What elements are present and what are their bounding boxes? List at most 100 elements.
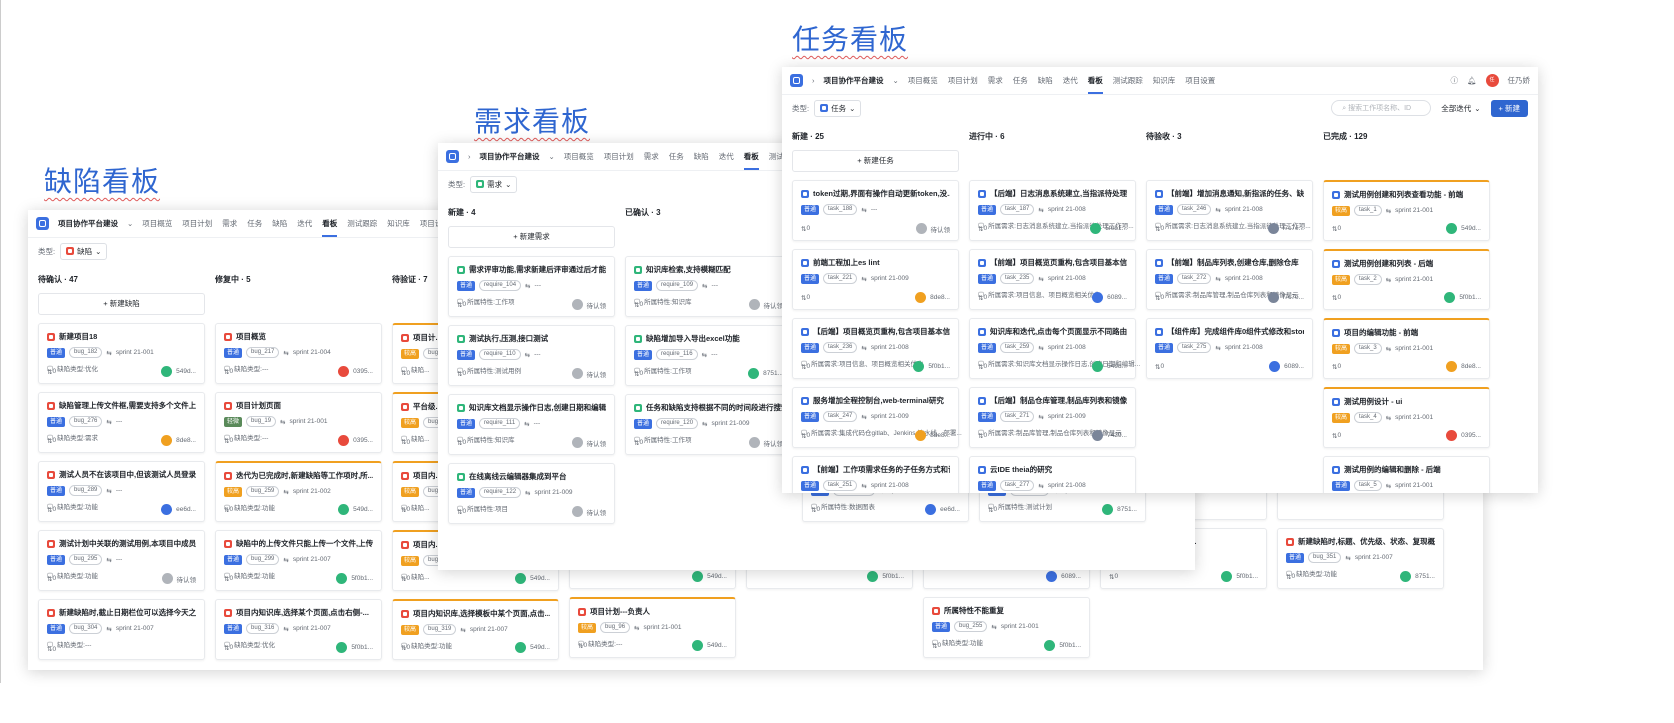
assignee-avatar[interactable] — [915, 223, 927, 234]
project-selector[interactable]: 项目协作平台建设 — [824, 75, 884, 86]
assignee-avatar[interactable] — [1269, 361, 1281, 372]
work-item-card[interactable]: 项目计划---负责人 较高 bug_96 ⇆ sprint 21-001 ▢ 缺陷类型:--… — [569, 597, 736, 658]
assignee-avatar[interactable] — [867, 571, 879, 582]
project-selector[interactable]: 项目协作平台建设 — [58, 218, 118, 229]
nav-item[interactable]: 需求 — [988, 75, 1003, 86]
work-item-card[interactable]: 缺陷管理上传文件框,需要支持多个文件上... 普通 bug_276 ⇆ --- ▢ 缺陷类型… — [38, 392, 205, 453]
project-selector[interactable]: 项目协作平台建设 — [480, 151, 540, 162]
work-item-card[interactable]: 【前端】制品库列表,创建仓库,删除仓库 普通 task_272 ⇆ sprint 21-… — [1146, 249, 1313, 310]
nav-item[interactable]: 看板 — [1087, 75, 1103, 94]
assignee-avatar[interactable] — [748, 368, 760, 379]
assignee-avatar[interactable] — [1221, 571, 1233, 582]
work-item-card[interactable]: 项目内知识库,选择模板中某个页面,点击... 较高 bug_319 ⇆ sprint 2… — [392, 599, 559, 660]
nav-item[interactable]: 需求 — [222, 218, 237, 229]
work-item-card[interactable]: 新建缺陷时,截止日期栏位可以选择今天之... 普通 bug_304 ⇆ sprint 2… — [38, 599, 205, 660]
assignee-avatar[interactable] — [915, 292, 927, 303]
work-item-card[interactable]: 测试执行,压测,接口测试 普通 require_110 ⇆ --- ▢ 所属特性:测试用例 ⇅… — [448, 325, 615, 386]
work-item-card[interactable]: 测试用例创建和列表查看功能 - 前端 较高 task_1 ⇆ sprint 21-001… — [1323, 180, 1490, 241]
work-item-card[interactable]: 【前端】项目概览页重构,包含项目基本信... 普通 task_235 ⇆ sprint … — [969, 249, 1136, 310]
nav-item[interactable]: 项目计划 — [604, 151, 634, 162]
work-item-card[interactable]: 需求评审功能,需求新建后评审通过后才能... 普通 require_104 ⇆ --- ▢… — [448, 256, 615, 317]
assignee-avatar[interactable] — [1444, 292, 1456, 303]
nav-item[interactable]: 测试跟踪 — [1113, 75, 1143, 86]
assignee-avatar[interactable] — [1044, 640, 1056, 651]
assignee-avatar[interactable] — [1400, 571, 1412, 582]
nav-item[interactable]: 项目概览 — [908, 75, 938, 86]
assignee-avatar[interactable] — [1446, 223, 1458, 234]
assignee-avatar[interactable] — [1446, 430, 1458, 441]
work-item-card[interactable]: 云IDE theia的研究普通task_277⇆sprint 21-008▢所属… — [969, 456, 1136, 493]
type-select[interactable]: 缺陷 ⌄ — [60, 242, 108, 260]
nav-item[interactable]: 缺陷 — [1038, 75, 1053, 86]
work-item-card[interactable]: 任务和缺陷支持根据不同的时间段进行搜索... 普通 require_120 ⇆ spri… — [625, 394, 792, 455]
assignee-avatar[interactable] — [336, 642, 348, 653]
work-item-card[interactable]: 知识库检索,支持模糊匹配 普通 require_109 ⇆ --- ▢ 所属特性:知识库 ⇅ … — [625, 256, 792, 317]
nav-item[interactable]: 缺陷 — [272, 218, 287, 229]
assignee-avatar[interactable] — [1102, 504, 1114, 515]
assignee-avatar[interactable] — [571, 368, 583, 379]
assignee-avatar[interactable] — [748, 299, 760, 310]
assignee-avatar[interactable] — [161, 573, 173, 584]
work-item-card[interactable]: 新建缺陷时,标题、优先级、状态、复现概... 普通 bug_351 ⇆ sprint 2… — [1277, 528, 1444, 589]
assignee-avatar[interactable] — [515, 573, 527, 584]
work-item-card[interactable]: 测试用例的编辑和删除 - 后端普通task_5⇆sprint 21-001⇅ 0… — [1323, 456, 1490, 493]
work-item-card[interactable]: 【前端】工作项需求任务的子任务方式和详... 普通 task_251 ⇆ sprint … — [792, 456, 959, 493]
work-item-card[interactable]: 缺陷中的上传文件只能上传一个文件,上传... 普通 bug_299 ⇆ sprint 2… — [215, 530, 382, 591]
assignee-avatar[interactable] — [571, 437, 583, 448]
nav-item[interactable]: 项目计划 — [948, 75, 978, 86]
app-logo-icon[interactable] — [790, 74, 803, 87]
assignee-avatar[interactable] — [913, 361, 925, 372]
work-item-card[interactable]: 知识库文档显示操作日志,创建日期和编辑... 普通 require_111 ⇆ --- ▢… — [448, 394, 615, 455]
nav-item[interactable]: 需求 — [644, 151, 659, 162]
assignee-avatar[interactable] — [1267, 292, 1279, 303]
work-item-card[interactable]: 项目内知识库,选择某个页面,点击右侧-... 普通 bug_316 ⇆ sprint 2… — [215, 599, 382, 660]
work-item-card[interactable]: 测试计划中关联的测试用例,本项目中成员... 普通 bug_295 ⇆ --- ▢ 缺陷类型… — [38, 530, 205, 591]
app-logo-icon[interactable] — [446, 150, 459, 163]
assignee-avatar[interactable] — [161, 504, 173, 515]
new-card-button[interactable]: + 新建任务 — [792, 150, 959, 172]
assignee-avatar[interactable] — [161, 366, 173, 377]
nav-item[interactable]: 看板 — [743, 151, 759, 170]
nav-item[interactable]: 任务 — [669, 151, 684, 162]
assignee-avatar[interactable] — [571, 506, 583, 517]
nav-item[interactable]: 项目计划 — [182, 218, 212, 229]
work-item-card[interactable]: 项目概览 普通 bug_217 ⇆ sprint 21-004 ▢ 缺陷类型:--- ⇅ 00… — [215, 323, 382, 384]
bell-icon[interactable]: 🔔︎ — [1467, 76, 1477, 85]
nav-item[interactable]: 任务 — [247, 218, 262, 229]
nav-item[interactable]: 迭代 — [719, 151, 734, 162]
assignee-avatar[interactable] — [338, 504, 350, 515]
assignee-avatar[interactable] — [1092, 430, 1104, 441]
assignee-avatar[interactable] — [161, 435, 173, 446]
assignee-avatar[interactable] — [1046, 571, 1058, 582]
nav-item[interactable]: 知识库 — [1153, 75, 1176, 86]
nav-item[interactable]: 迭代 — [297, 218, 312, 229]
work-item-card[interactable]: 【前端】增加消息通知,新指派的任务、缺... 普通 task_246 ⇆ sprint … — [1146, 180, 1313, 241]
new-item-button[interactable]: + 新建 — [1490, 99, 1528, 117]
assignee-avatar[interactable] — [571, 299, 583, 310]
work-item-card[interactable]: 测试用例设计 - ui 较高 task_4 ⇆ sprint 21-001 ⇅ 0 0395… — [1323, 387, 1490, 448]
assignee-avatar[interactable] — [1092, 361, 1104, 372]
assignee-avatar[interactable] — [338, 435, 350, 446]
work-item-card[interactable]: 缺陷增加导入导出excel功能 普通 require_116 ⇆ --- ▢ 所属特性:工作… — [625, 325, 792, 386]
work-item-card[interactable]: 【后端】日志消息系统建立,当指派待处理... 普通 task_187 ⇆ sprint … — [969, 180, 1136, 241]
new-card-button[interactable]: + 新建需求 — [448, 226, 615, 248]
work-item-card[interactable]: 新建项目18 普通 bug_182 ⇆ sprint 21-001 ▢ 缺陷类型:优化 ⇅ 0… — [38, 323, 205, 384]
assignee-avatar[interactable] — [1267, 223, 1279, 234]
search-input[interactable]: ⌕ 搜索工作项名称、ID — [1331, 100, 1432, 116]
new-card-button[interactable]: + 新建缺陷 — [38, 293, 205, 315]
work-item-card[interactable]: 知识库和迭代,点击每个页面显示不同路由 普通 task_259 ⇆ sprint 21-… — [969, 318, 1140, 379]
work-item-card[interactable]: 项目计划页面 轻微 bug_19 ⇆ sprint 21-001 ▢ 缺陷类型:--- ⇅ 0… — [215, 392, 382, 453]
work-item-card[interactable]: 前端工程加上es lint 普通 task_221 ⇆ sprint 21-009 ⇅ 0… — [792, 249, 959, 310]
assignee-avatar[interactable] — [336, 573, 348, 584]
assignee-avatar[interactable] — [1446, 361, 1458, 372]
assignee-avatar[interactable] — [915, 430, 927, 441]
assignee-avatar[interactable] — [1092, 292, 1104, 303]
user-name[interactable]: 任乃娇 — [1508, 75, 1531, 86]
app-logo-icon[interactable] — [36, 217, 49, 230]
user-avatar[interactable]: 任 — [1485, 74, 1499, 87]
type-select[interactable]: 任务 ⌄ — [814, 99, 862, 117]
nav-item[interactable]: 知识库 — [387, 218, 410, 229]
work-item-card[interactable]: 【后端】项目概览页重构,包含项目基本信... 普通 task_236 ⇆ sprint … — [792, 318, 959, 379]
assignee-avatar[interactable] — [925, 504, 937, 515]
work-item-card[interactable]: token过期,界面有操作自动更新token,没... 普通 task_188 ⇆ --… — [792, 180, 959, 241]
